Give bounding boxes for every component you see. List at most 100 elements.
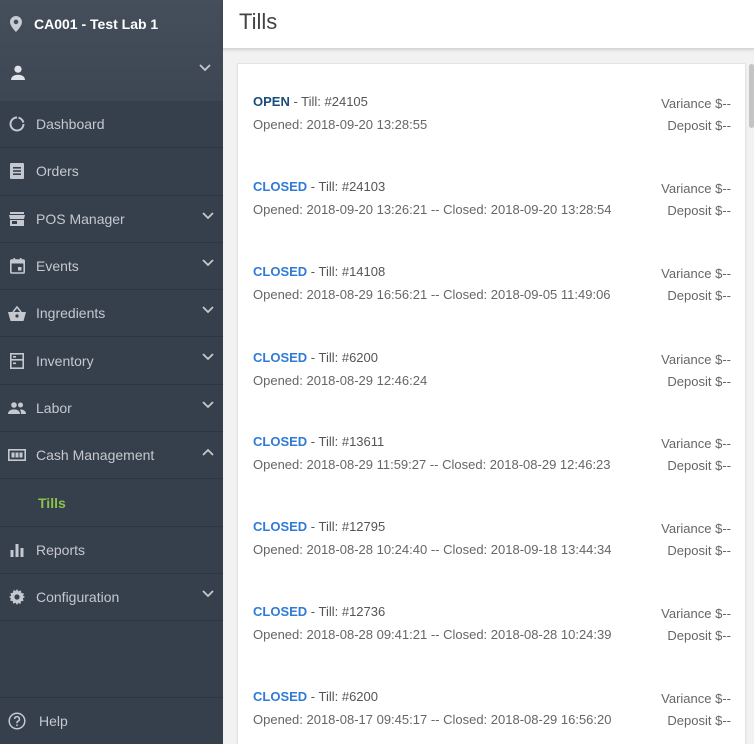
sidebar-item-label: POS Manager xyxy=(36,210,125,227)
sidebar-item-label: Orders xyxy=(36,163,79,180)
closed-time: -- Closed: 2018-08-28 10:24:39 xyxy=(427,627,612,642)
sidebar-subitem-label: Tills xyxy=(38,494,66,511)
sidebar-item-label: Configuration xyxy=(36,589,120,606)
closed-time: -- Closed: 2018-09-20 13:28:54 xyxy=(427,202,612,217)
opened-time: Opened: 2018-09-20 13:26:21 xyxy=(253,202,428,217)
till-number: - Till: #24103 xyxy=(307,179,386,194)
status-badge: CLOSED xyxy=(253,689,308,704)
chevron-down-icon xyxy=(202,259,214,267)
opened-time: Opened: 2018-08-29 16:56:21 xyxy=(253,287,428,302)
till-row[interactable]: CLOSED - Till: #12795 Opened: 2018-08-28… xyxy=(238,519,747,604)
sidebar-item-cash-management[interactable]: Cash Management xyxy=(0,432,223,480)
sidebar-item-events[interactable]: Events xyxy=(0,243,223,291)
variance-value: Variance $-- xyxy=(661,521,731,536)
sidebar-item-label: Cash Management xyxy=(36,447,155,464)
opened-time: Opened: 2018-08-29 12:46:24 xyxy=(253,373,428,388)
deposit-value: Deposit $-- xyxy=(667,203,731,218)
till-row[interactable]: CLOSED - Till: #12736 Opened: 2018-08-28… xyxy=(238,604,747,689)
gear-icon xyxy=(8,588,26,606)
sidebar-item-label: Events xyxy=(36,258,79,275)
tills-list: OPEN - Till: #24105 Opened: 2018-09-20 1… xyxy=(237,63,746,744)
sidebar-subitem-tills[interactable]: Tills xyxy=(0,479,223,527)
cash-register-icon xyxy=(8,446,26,464)
status-badge: CLOSED xyxy=(253,519,308,534)
till-row[interactable]: CLOSED - Till: #14108 Opened: 2018-08-29… xyxy=(238,264,747,349)
sidebar-item-reports[interactable]: Reports xyxy=(0,527,223,574)
chevron-down-icon xyxy=(202,590,214,598)
opened-time: Opened: 2018-08-17 09:45:17 xyxy=(253,712,428,727)
opened-time: Opened: 2018-08-28 09:41:21 xyxy=(253,627,428,642)
closed-time: -- Closed: 2018-08-29 16:56:20 xyxy=(427,712,612,727)
closed-time: -- Closed: 2018-09-05 11:49:06 xyxy=(427,287,611,302)
sidebar-item-dashboard[interactable]: Dashboard xyxy=(0,101,223,149)
sidebar-item-label: Ingredients xyxy=(36,305,106,322)
sidebar-item-label: Inventory xyxy=(36,352,94,369)
map-pin-icon xyxy=(10,16,24,32)
till-row[interactable]: OPEN - Till: #24105 Opened: 2018-09-20 1… xyxy=(238,94,747,179)
inventory-icon xyxy=(8,352,26,370)
sidebar-nav: Dashboard Orders POS Manager Events Ingr… xyxy=(0,101,223,622)
help-label: Help xyxy=(39,713,68,729)
sidebar-item-inventory[interactable]: Inventory xyxy=(0,337,223,385)
chevron-down-icon xyxy=(202,353,214,361)
sidebar: CA001 - Test Lab 1 Dashboard Orders POS … xyxy=(0,0,223,744)
bar-chart-icon xyxy=(8,541,26,559)
variance-value: Variance $-- xyxy=(661,691,731,706)
deposit-value: Deposit $-- xyxy=(667,374,731,389)
deposit-value: Deposit $-- xyxy=(667,543,731,558)
deposit-value: Deposit $-- xyxy=(667,713,731,728)
sidebar-item-label: Dashboard xyxy=(36,116,105,133)
closed-time: -- Closed: 2018-08-29 12:46:23 xyxy=(426,457,611,472)
sidebar-item-labor[interactable]: Labor xyxy=(0,385,223,433)
location-selector[interactable]: CA001 - Test Lab 1 xyxy=(0,0,223,48)
sidebar-item-ingredients[interactable]: Ingredients xyxy=(0,290,223,338)
sidebar-item-label: Labor xyxy=(36,399,72,416)
chevron-down-icon xyxy=(199,64,211,72)
variance-value: Variance $-- xyxy=(661,606,731,621)
till-row[interactable]: CLOSED - Till: #6200 Opened: 2018-08-17 … xyxy=(238,689,747,744)
status-badge: CLOSED xyxy=(253,434,308,449)
status-badge: CLOSED xyxy=(253,264,308,279)
opened-time: Opened: 2018-08-29 11:59:27 xyxy=(253,457,427,472)
opened-time: Opened: 2018-09-20 13:28:55 xyxy=(253,117,428,132)
status-badge: CLOSED xyxy=(253,350,308,365)
deposit-value: Deposit $-- xyxy=(667,288,731,303)
sidebar-item-configuration[interactable]: Configuration xyxy=(0,574,223,622)
variance-value: Variance $-- xyxy=(661,266,731,281)
people-icon xyxy=(8,399,26,417)
sidebar-item-label: Reports xyxy=(36,541,86,558)
chevron-down-icon xyxy=(202,306,214,314)
sidebar-item-help[interactable]: Help xyxy=(0,697,223,744)
user-icon xyxy=(10,65,26,81)
store-icon xyxy=(8,210,26,228)
till-number: - Till: #24105 xyxy=(289,94,368,109)
dashboard-icon xyxy=(8,115,26,133)
opened-time: Opened: 2018-08-28 10:24:40 xyxy=(253,542,428,557)
sidebar-header: CA001 - Test Lab 1 xyxy=(0,0,223,101)
variance-value: Variance $-- xyxy=(661,352,731,367)
calendar-icon xyxy=(8,257,26,275)
page-title: Tills xyxy=(239,9,278,34)
till-number: - Till: #12795 xyxy=(307,519,386,534)
chevron-up-icon xyxy=(202,448,214,456)
till-row[interactable]: CLOSED - Till: #6200 Opened: 2018-08-29 … xyxy=(238,350,747,435)
chevron-down-icon xyxy=(202,211,214,220)
till-number: - Till: #12736 xyxy=(307,604,386,619)
till-number: - Till: #6200 xyxy=(307,689,378,704)
till-row[interactable]: CLOSED - Till: #13611 Opened: 2018-08-29… xyxy=(238,434,747,519)
till-row[interactable]: CLOSED - Till: #24103 Opened: 2018-09-20… xyxy=(238,179,747,264)
sidebar-item-orders[interactable]: Orders xyxy=(0,148,223,196)
user-menu[interactable] xyxy=(0,48,223,98)
variance-value: Variance $-- xyxy=(661,436,731,451)
scrollbar[interactable] xyxy=(749,64,754,128)
status-badge: OPEN xyxy=(253,94,290,109)
basket-icon xyxy=(8,304,26,322)
chevron-down-icon xyxy=(202,401,214,409)
sidebar-item-pos-manager[interactable]: POS Manager xyxy=(0,196,223,243)
status-badge: CLOSED xyxy=(253,179,308,194)
till-number: - Till: #14108 xyxy=(307,264,386,279)
page-header: Tills xyxy=(223,0,754,49)
closed-time: -- Closed: 2018-09-18 13:44:34 xyxy=(427,542,612,557)
location-name: CA001 - Test Lab 1 xyxy=(34,16,159,32)
deposit-value: Deposit $-- xyxy=(667,628,731,643)
